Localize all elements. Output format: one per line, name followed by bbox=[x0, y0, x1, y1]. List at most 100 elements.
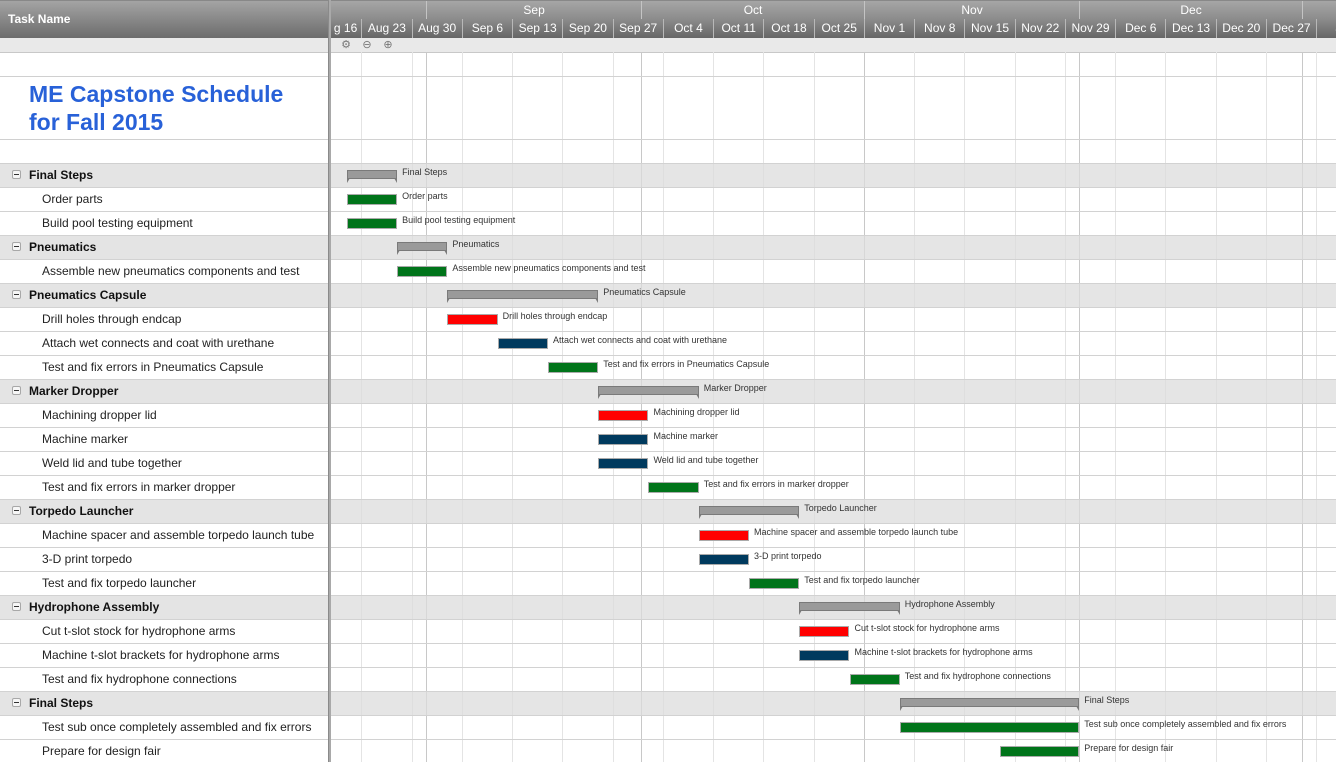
week-header-cell: Sep 20 bbox=[562, 19, 612, 38]
bar-label: Final Steps bbox=[402, 167, 448, 177]
timeline-spacer-row bbox=[331, 140, 1336, 164]
summary-bar-final-steps[interactable] bbox=[346, 170, 398, 183]
group-row[interactable]: Pneumatics bbox=[0, 236, 328, 260]
task-bar-test-and-fix-torpedo-launcher[interactable] bbox=[748, 578, 800, 589]
task-bar-test-and-fix-hydrophone-connections[interactable] bbox=[849, 674, 900, 685]
task-row[interactable]: Test and fix errors in Pneumatics Capsul… bbox=[0, 356, 328, 380]
task-row[interactable]: Build pool testing equipment bbox=[0, 212, 328, 236]
task-name: Weld lid and tube together bbox=[42, 456, 182, 470]
collapse-toggle-icon[interactable] bbox=[12, 386, 21, 395]
summary-bar-pneumatics[interactable] bbox=[397, 242, 448, 255]
bar-label: Machine marker bbox=[653, 431, 718, 441]
task-bar-order-parts[interactable] bbox=[346, 194, 398, 205]
schedule-title: ME Capstone Schedule for Fall 2015 bbox=[29, 80, 324, 136]
task-bar-machining-dropper-lid[interactable] bbox=[598, 410, 649, 421]
collapse-toggle-icon[interactable] bbox=[12, 602, 21, 611]
task-bar-attach-wet-connects-and-coat-with-urethane[interactable] bbox=[497, 338, 548, 349]
task-row[interactable]: Assemble new pneumatics components and t… bbox=[0, 260, 328, 284]
week-header-cell: Dec 27 bbox=[1265, 19, 1316, 38]
task-name: Build pool testing equipment bbox=[42, 216, 193, 230]
timeline-row: Machining dropper lid bbox=[331, 404, 1336, 428]
task-row[interactable]: 3-D print torpedo bbox=[0, 548, 328, 572]
task-row[interactable]: Machine spacer and assemble torpedo laun… bbox=[0, 524, 328, 548]
spacer-row bbox=[0, 52, 328, 77]
week-header-cell: Nov 1 bbox=[863, 19, 914, 38]
task-row[interactable]: Test sub once completely assembled and f… bbox=[0, 716, 328, 740]
group-row[interactable]: Final Steps bbox=[0, 164, 328, 188]
collapse-toggle-icon[interactable] bbox=[12, 170, 21, 179]
group-row[interactable]: Hydrophone Assembly bbox=[0, 596, 328, 620]
task-name: Cut t-slot stock for hydrophone arms bbox=[42, 624, 236, 638]
group-name: Torpedo Launcher bbox=[29, 504, 134, 518]
week-header-cell: Sep 6 bbox=[461, 19, 512, 38]
week-header: g 16 Aug 23 Aug 30 Sep 6 Sep 13 Sep 20 Sep 27 O… bbox=[331, 19, 1336, 38]
week-header-cell: Oct 18 bbox=[763, 19, 813, 38]
task-row[interactable]: Test and fix hydrophone connections bbox=[0, 668, 328, 692]
bar-label: Hydrophone Assembly bbox=[904, 599, 995, 609]
task-bar-machine-marker[interactable] bbox=[598, 434, 649, 445]
group-row[interactable]: Final Steps bbox=[0, 692, 328, 716]
task-bar-test-and-fix-errors-in-marker-dropper[interactable] bbox=[648, 482, 699, 493]
task-row[interactable]: Test and fix errors in marker dropper bbox=[0, 476, 328, 500]
task-bar-test-sub-once-completely-assembled-and-fix-errors[interactable] bbox=[899, 722, 1080, 733]
bar-label: 3-D print torpedo bbox=[753, 551, 822, 561]
task-bar-cut-t-slot-stock-for-hydrophone-arms[interactable] bbox=[799, 626, 850, 637]
task-bar-3-d-print-torpedo[interactable] bbox=[698, 554, 749, 565]
task-row[interactable]: Attach wet connects and coat with uretha… bbox=[0, 332, 328, 356]
gantt-timeline: Sep Oct Nov Dec g 16 Aug 23 Aug 30 Sep 6 Sep 13… bbox=[331, 0, 1336, 762]
collapse-toggle-icon[interactable] bbox=[12, 698, 21, 707]
task-bar-weld-lid-and-tube-together[interactable] bbox=[598, 458, 649, 469]
task-row[interactable]: Weld lid and tube together bbox=[0, 452, 328, 476]
timeline-row: Cut t-slot stock for hydrophone arms bbox=[331, 620, 1336, 644]
bar-label: Prepare for design fair bbox=[1084, 743, 1174, 753]
task-bar-build-pool-testing-equipment[interactable] bbox=[346, 218, 398, 229]
summary-bar-hydrophone-assembly[interactable] bbox=[799, 602, 900, 615]
task-bar-assemble-new-pneumatics-components-and-test[interactable] bbox=[397, 266, 448, 277]
task-row[interactable]: Prepare for design fair bbox=[0, 740, 328, 762]
summary-bar-marker-dropper[interactable] bbox=[598, 386, 699, 399]
zoom-in-icon[interactable]: ⊕ bbox=[381, 38, 395, 52]
month-header-cell bbox=[331, 1, 426, 20]
task-row[interactable]: Drill holes through endcap bbox=[0, 308, 328, 332]
collapse-toggle-icon[interactable] bbox=[12, 506, 21, 515]
group-row[interactable]: Pneumatics Capsule bbox=[0, 284, 328, 308]
timeline-row: Test and fix errors in marker dropper bbox=[331, 476, 1336, 500]
week-header-cell: Nov 8 bbox=[914, 19, 964, 38]
summary-bar-torpedo-launcher[interactable] bbox=[698, 506, 800, 519]
zoom-out-icon[interactable]: ⊖ bbox=[360, 38, 374, 52]
timeline-row: Hydrophone Assembly bbox=[331, 596, 1336, 620]
collapse-toggle-icon[interactable] bbox=[12, 242, 21, 251]
month-header: Sep Oct Nov Dec bbox=[331, 0, 1336, 20]
bar-label: Test and fix errors in marker dropper bbox=[703, 479, 849, 489]
group-name: Pneumatics Capsule bbox=[29, 288, 147, 302]
summary-bar-pneumatics-capsule[interactable] bbox=[447, 290, 599, 303]
week-header-cell: Nov 15 bbox=[964, 19, 1014, 38]
collapse-toggle-icon[interactable] bbox=[12, 290, 21, 299]
month-header-cell: Oct bbox=[641, 1, 864, 20]
timeline-row: Prepare for design fair bbox=[331, 740, 1336, 762]
bar-label: Machine t-slot brackets for hydrophone a… bbox=[854, 647, 1033, 657]
task-name-column-header[interactable]: Task Name bbox=[0, 0, 328, 38]
week-header-cell: Aug 23 bbox=[361, 19, 411, 38]
task-row[interactable]: Machine marker bbox=[0, 428, 328, 452]
task-row[interactable]: Test and fix torpedo launcher bbox=[0, 572, 328, 596]
task-name: 3-D print torpedo bbox=[42, 552, 133, 566]
group-row[interactable]: Marker Dropper bbox=[0, 380, 328, 404]
task-row[interactable]: Cut t-slot stock for hydrophone arms bbox=[0, 620, 328, 644]
task-bar-drill-holes-through-endcap[interactable] bbox=[447, 314, 498, 325]
task-bar-test-and-fix-errors-in-pneumatics-capsule[interactable] bbox=[547, 362, 599, 373]
group-row[interactable]: Torpedo Launcher bbox=[0, 500, 328, 524]
task-row[interactable]: Machine t-slot brackets for hydrophone a… bbox=[0, 644, 328, 668]
task-row[interactable]: Order parts bbox=[0, 188, 328, 212]
bar-label: Order parts bbox=[402, 191, 448, 201]
task-bar-machine-t-slot-brackets-for-hydrophone-arms[interactable] bbox=[799, 650, 850, 661]
settings-gear-icon[interactable]: ⚙ bbox=[339, 38, 353, 52]
summary-bar-final-steps[interactable] bbox=[899, 698, 1080, 711]
task-bar-prepare-for-design-fair[interactable] bbox=[1000, 746, 1080, 757]
week-header-cell: Oct 4 bbox=[662, 19, 713, 38]
bar-label: Cut t-slot stock for hydrophone arms bbox=[854, 623, 1000, 633]
task-row[interactable]: Machining dropper lid bbox=[0, 404, 328, 428]
task-name: Order parts bbox=[42, 192, 103, 206]
task-bar-machine-spacer-and-assemble-torpedo-launch-tube[interactable] bbox=[698, 530, 749, 541]
timeline-row: Test and fix hydrophone connections bbox=[331, 668, 1336, 692]
